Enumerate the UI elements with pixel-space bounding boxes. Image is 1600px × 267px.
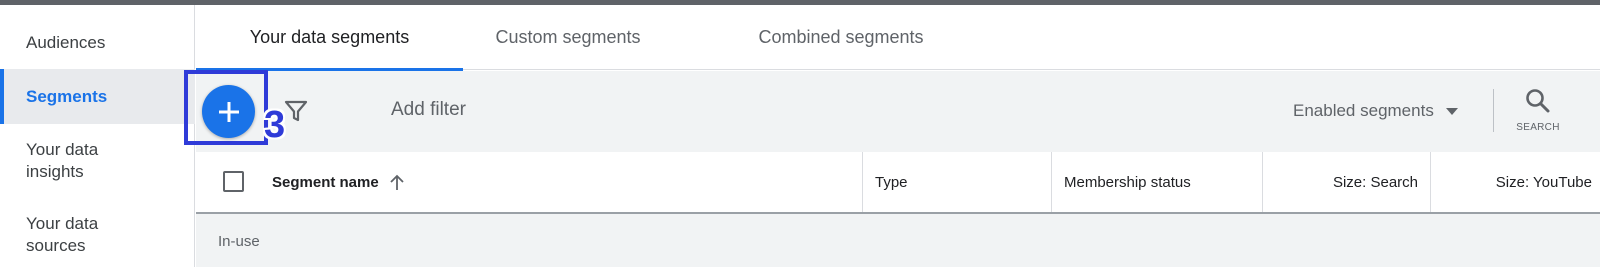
sidebar-item-label: Your data insights (26, 140, 99, 181)
tab-label: Your data segments (249, 27, 410, 47)
dropdown-value: Enabled segments (1293, 101, 1434, 120)
column-header-membership-status[interactable]: Membership status (1051, 152, 1262, 212)
sidebar-item-your-data-insights[interactable]: Your data insights (0, 139, 130, 183)
column-label: Size: YouTube (1495, 173, 1592, 191)
plus-icon (218, 101, 239, 122)
step-number: 3 (264, 104, 286, 146)
main-content: Your data segments Custom segments Combi… (184, 5, 1600, 267)
column-header-size-youtube[interactable]: Size: YouTube (1430, 152, 1600, 212)
table-header-row: Segment name Type Membership status Size… (196, 152, 1600, 214)
tab-label: Combined segments (758, 27, 924, 47)
sidebar-item-label: Audiences (26, 33, 106, 52)
group-label: In-use (218, 233, 260, 250)
column-header-segment-name[interactable]: Segment name (272, 152, 842, 212)
column-header-size-search[interactable]: Size: Search (1262, 152, 1430, 212)
add-segment-button[interactable] (202, 85, 255, 138)
tab-custom-segments[interactable]: Custom segments (463, 5, 673, 70)
column-label: Membership status (1064, 173, 1191, 191)
sidebar-item-segments[interactable]: Segments (0, 69, 195, 124)
toolbar: 3 Add filter Enabled segments SEARCH (184, 70, 1600, 152)
filter-icon[interactable] (284, 99, 308, 128)
column-header-type[interactable]: Type (862, 152, 1051, 212)
segment-status-dropdown[interactable]: Enabled segments (1293, 101, 1458, 121)
sidebar-item-label: Your data sources (26, 214, 99, 255)
column-label: Size: Search (1332, 173, 1418, 191)
sidebar-item-your-data-sources[interactable]: Your data sources (0, 213, 130, 257)
column-label: Type (875, 173, 908, 191)
column-label: Segment name (272, 173, 379, 191)
divider (1493, 89, 1494, 132)
caret-down-icon (1445, 107, 1458, 115)
select-all-checkbox[interactable] (223, 171, 244, 192)
tab-combined-segments[interactable]: Combined segments (716, 5, 966, 70)
tab-your-data-segments[interactable]: Your data segments (196, 5, 463, 71)
search-button[interactable]: SEARCH (1514, 87, 1562, 137)
add-filter-button[interactable]: Add filter (391, 99, 466, 121)
search-label: SEARCH (1516, 122, 1560, 133)
search-icon (1526, 89, 1550, 113)
sidebar-nav: Audiences Segments Your data insights Yo… (0, 5, 195, 267)
tab-label: Custom segments (495, 27, 641, 47)
sidebar-item-label: Segments (26, 87, 108, 106)
table-group-row: In-use (196, 214, 1600, 267)
tab-bar: Your data segments Custom segments Combi… (196, 5, 1600, 71)
arrow-up-icon (390, 174, 404, 190)
sidebar-item-audiences[interactable]: Audiences (0, 32, 195, 54)
